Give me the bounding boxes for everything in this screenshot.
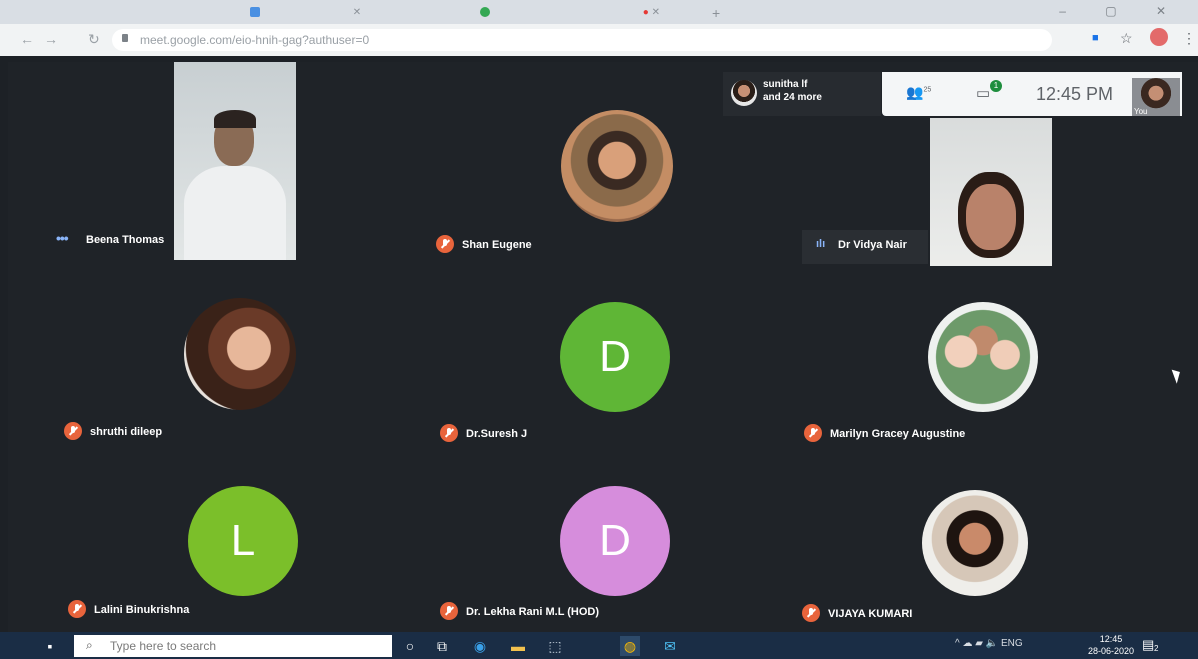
lock-icon [122, 34, 128, 42]
speaking-indicator-icon: ılı [816, 238, 826, 250]
taskbar-search-placeholder: Type here to search [110, 639, 217, 653]
mic-off-icon [68, 600, 86, 618]
participant-avatar-small [731, 80, 757, 106]
taskbar-clock[interactable]: 12:45 28-06-2020 [1088, 633, 1134, 657]
participant-name: Beena Thomas [86, 234, 165, 246]
participant-avatar-letter: L [188, 486, 298, 596]
participant-video [174, 62, 296, 260]
mic-off-icon [64, 422, 82, 440]
participant-avatar [184, 298, 296, 410]
self-view-thumbnail[interactable]: You [1132, 78, 1180, 116]
back-icon[interactable]: ← [20, 31, 34, 47]
participant-name: shruthi dileep [90, 426, 163, 438]
participant-avatar-letter: D [560, 302, 670, 412]
windows-taskbar: ▪ ⌕ Type here to search ○ ⧉ ◉ ▬ ⬚ ◍ ✉ ^ … [0, 632, 1198, 659]
participants-summary-line1: sunitha lf [763, 79, 808, 90]
tab-close-icon[interactable]: ✕ [652, 7, 660, 18]
meeting-clock: 12:45 PM [1036, 84, 1114, 104]
participant-name: Dr. Lekha Rani M.L (HOD) [466, 606, 600, 618]
edge-icon[interactable]: ◉ [470, 636, 490, 656]
task-view-icon[interactable]: ⧉ [432, 636, 452, 656]
participant-avatar [922, 490, 1028, 596]
store-icon[interactable]: ⬚ [545, 636, 565, 656]
new-tab-button[interactable]: + [712, 4, 720, 22]
participant-avatar-letter: D [560, 486, 670, 596]
menu-kebab-icon[interactable]: ⋮ [1182, 30, 1196, 47]
tab-close-icon[interactable]: ✕ [353, 7, 361, 18]
taskbar-search-box[interactable]: ⌕ Type here to search [74, 635, 392, 657]
participant-name: VIJAYA KUMARI [828, 608, 913, 620]
browser-tab-strip: ✕ ● ✕ + – ▢ ✕ [0, 0, 1198, 24]
browser-toolbar: ← → ↻ meet.google.com/eio-hnih-gag?authu… [0, 24, 1198, 56]
meet-favicon-icon [480, 7, 490, 18]
participants-summary[interactable]: sunitha lf and 24 more [723, 72, 881, 116]
reload-icon[interactable]: ↻ [88, 31, 100, 48]
camera-active-icon[interactable]: ■ [1092, 32, 1099, 44]
mail-icon[interactable]: ✉ [660, 636, 680, 656]
participant-name: Marilyn Gracey Augustine [830, 428, 966, 440]
chat-icon[interactable]: ▭ [976, 84, 990, 102]
network-icon[interactable]: ▰ [975, 638, 983, 649]
forward-icon[interactable]: → [44, 31, 58, 47]
system-tray: ^ ☁ ▰ 🔈 ENG [955, 638, 1023, 649]
meet-video-grid: ••• Beena Thomas Shan Eugene ılı Dr Vidy… [8, 62, 1198, 632]
mic-off-icon [440, 602, 458, 620]
mouse-cursor [1171, 367, 1184, 384]
action-center-icon[interactable]: ▤ [1142, 637, 1154, 653]
input-language[interactable]: ENG [1001, 638, 1023, 649]
people-count: 25 [923, 86, 932, 94]
file-explorer-icon[interactable]: ▬ [508, 636, 528, 656]
chrome-icon[interactable]: ◍ [620, 636, 640, 656]
browser-tab[interactable]: ✕ [250, 4, 361, 22]
taskbar-time: 12:45 [1099, 634, 1123, 644]
more-dots-icon: ••• [56, 230, 69, 246]
bookmark-star-icon[interactable]: ☆ [1120, 30, 1133, 47]
participant-avatar [561, 110, 673, 222]
search-icon: ⌕ [86, 638, 93, 652]
windows-start-icon[interactable]: ▪ [40, 636, 60, 656]
mic-off-icon [440, 424, 458, 442]
participant-name: Dr Vidya Nair [838, 239, 907, 251]
browser-tab-meet[interactable]: ● ✕ [480, 4, 660, 22]
participant-name: Lalini Binukrishna [94, 604, 190, 616]
chat-badge: 1 [990, 80, 1002, 92]
participants-summary-line2: and 24 more [763, 92, 822, 103]
window-controls[interactable]: – ▢ ✕ [1059, 4, 1184, 18]
mic-off-icon [802, 604, 820, 622]
volume-icon[interactable]: 🔈 [986, 638, 998, 649]
participant-name: Dr.Suresh J [466, 428, 528, 440]
profile-avatar-icon[interactable] [1150, 28, 1168, 46]
people-icon[interactable]: 👥25 [906, 84, 931, 101]
onedrive-icon[interactable]: ☁ [962, 638, 972, 649]
participant-name: Shan Eugene [462, 239, 532, 251]
recording-dot-icon: ● [642, 7, 649, 18]
mic-off-icon [436, 235, 454, 253]
tab-favicon-icon [250, 7, 260, 18]
participants-summary-text: sunitha lf and 24 more [763, 78, 822, 104]
tray-chevron-icon[interactable]: ^ [955, 638, 960, 649]
cortana-icon[interactable]: ○ [400, 636, 420, 656]
participant-video [930, 118, 1052, 266]
notification-count: 2 [1154, 644, 1159, 653]
participant-avatar [928, 302, 1038, 412]
meet-top-bar: 👥25 ▭ 1 12:45 PM You [882, 72, 1182, 116]
address-bar[interactable]: meet.google.com/eio-hnih-gag?authuser=0 [112, 29, 1052, 51]
self-view-label: You [1134, 107, 1148, 116]
taskbar-date: 28-06-2020 [1088, 646, 1135, 656]
url-text[interactable]: meet.google.com/eio-hnih-gag?authuser=0 [140, 33, 369, 47]
mic-off-icon [804, 424, 822, 442]
